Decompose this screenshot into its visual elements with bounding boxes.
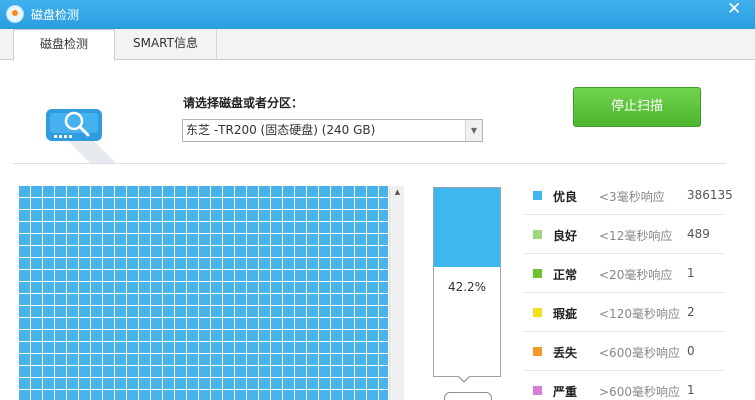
legend-name: 丢失	[553, 346, 578, 360]
legend-swatch	[533, 308, 542, 317]
block-map	[18, 186, 404, 400]
chevron-down-icon[interactable]: ▼	[465, 120, 482, 141]
drive-outline-icon	[444, 392, 492, 400]
legend-item-normal: 正常 <20毫秒响应 1	[524, 254, 724, 293]
legend-desc: <120毫秒响应	[599, 307, 680, 321]
legend-item-flaw: 瑕疵 <120毫秒响应 2	[524, 293, 724, 332]
progress-percent: 42.2%	[447, 280, 487, 294]
disk-select-dropdown[interactable]: 东芝 -TR200 (固态硬盘) (240 GB) ▼	[182, 119, 483, 142]
progress-fill	[434, 188, 500, 267]
stop-scan-button[interactable]: 停止扫描	[573, 87, 701, 127]
legend-desc: <12毫秒响应	[599, 229, 673, 243]
legend-item-severe: 严重 >600毫秒响应 1	[524, 371, 724, 400]
legend-swatch	[533, 230, 542, 239]
legend-count: 0	[687, 344, 695, 358]
legend-count: 489	[687, 227, 710, 241]
block-map-scrollbar[interactable]: ▲	[389, 186, 404, 400]
legend-desc: <20毫秒响应	[599, 268, 673, 282]
section-divider	[13, 163, 726, 164]
progress-pointer-icon	[457, 375, 471, 383]
window-title: 磁盘检测	[31, 8, 80, 22]
legend-count: 1	[687, 266, 695, 280]
legend-swatch	[533, 386, 542, 395]
legend-item-good: 良好 <12毫秒响应 489	[524, 215, 724, 254]
legend-swatch	[533, 269, 542, 278]
legend-count: 1	[687, 383, 695, 397]
legend-desc: <3毫秒响应	[599, 190, 665, 204]
legend-name: 正常	[553, 268, 578, 282]
tab-bar: 磁盘检测 SMART信息	[0, 29, 755, 61]
tab-smart-info[interactable]: SMART信息	[115, 29, 217, 60]
tab-disk-check[interactable]: 磁盘检测	[13, 29, 115, 61]
progress-meter: 42.2%	[433, 187, 501, 377]
legend-swatch	[533, 191, 542, 200]
legend-item-excellent: 优良 <3毫秒响应 386135	[524, 176, 733, 215]
disk-select-value: 东芝 -TR200 (固态硬盘) (240 GB)	[186, 123, 376, 137]
hard-disk-icon	[46, 109, 116, 163]
disk-select-label: 请选择磁盘或者分区：	[183, 96, 304, 110]
legend-name: 严重	[553, 385, 578, 399]
legend-desc: <600毫秒响应	[599, 346, 680, 360]
legend-count: 386135	[687, 188, 733, 202]
scroll-up-icon[interactable]: ▲	[390, 188, 405, 196]
legend-count: 2	[687, 305, 695, 319]
legend-desc: >600毫秒响应	[599, 385, 680, 399]
legend-swatch	[533, 347, 542, 356]
title-bar: 磁盘检测 ✕	[0, 0, 755, 29]
close-icon[interactable]: ✕	[727, 1, 741, 18]
legend-name: 良好	[553, 229, 578, 243]
block-map-grid	[18, 186, 388, 400]
legend-name: 瑕疵	[553, 307, 578, 321]
app-logo-icon	[6, 5, 24, 23]
legend-item-lost: 丢失 <600毫秒响应 0	[524, 332, 724, 371]
legend-name: 优良	[553, 190, 578, 204]
